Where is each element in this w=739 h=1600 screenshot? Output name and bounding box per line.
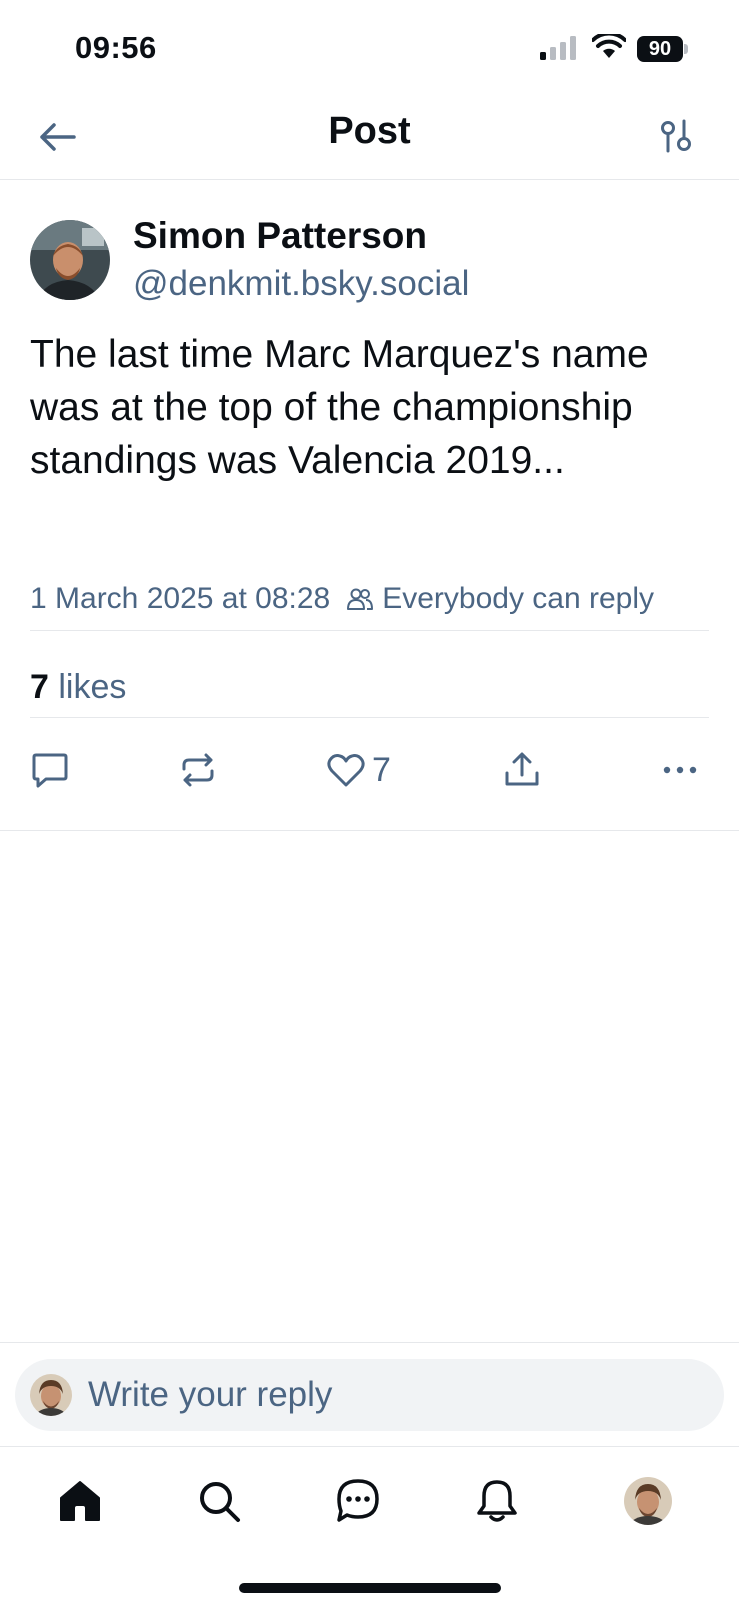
battery-level: 90 xyxy=(637,36,683,62)
share-icon xyxy=(505,752,539,786)
repost-icon xyxy=(182,753,214,787)
post-timestamp: 1 March 2025 at 08:28 xyxy=(30,582,331,615)
post-actions: 7 xyxy=(0,740,739,800)
nav-chat[interactable] xyxy=(330,1473,386,1529)
author-avatar[interactable] xyxy=(30,220,110,300)
like-button[interactable]: 7 xyxy=(326,740,391,800)
more-button[interactable] xyxy=(662,740,698,800)
post: Simon Patterson @denkmit.bsky.social The… xyxy=(0,180,739,831)
page-title: Post xyxy=(328,110,411,152)
thread-settings-button[interactable] xyxy=(652,112,700,160)
nav-profile[interactable] xyxy=(620,1473,676,1529)
repost-button[interactable] xyxy=(178,740,218,800)
people-icon xyxy=(346,587,374,611)
reply-placeholder: Write your reply xyxy=(88,1375,333,1414)
heart-icon xyxy=(327,754,365,787)
search-icon xyxy=(200,1482,240,1522)
nav-search[interactable] xyxy=(191,1473,247,1529)
chat-icon xyxy=(337,1479,379,1522)
author-name[interactable]: Simon Patterson xyxy=(133,215,427,257)
likes-count: 7 xyxy=(30,668,49,706)
likes-summary[interactable]: 7 likes xyxy=(30,668,126,707)
nav-notifications[interactable] xyxy=(469,1473,525,1529)
sliders-icon xyxy=(661,119,691,153)
signal-icon xyxy=(540,36,576,60)
divider xyxy=(30,717,709,718)
likes-label: likes xyxy=(58,668,127,706)
battery-cap xyxy=(684,44,688,54)
bottom-nav xyxy=(0,1446,739,1600)
nav-home[interactable] xyxy=(52,1473,108,1529)
avatar-image xyxy=(30,220,110,300)
status-time: 09:56 xyxy=(75,30,157,65)
reply-input[interactable]: Write your reply xyxy=(15,1359,724,1431)
status-bar: 09:56 90 xyxy=(0,0,739,96)
reply-area: Write your reply xyxy=(0,1342,739,1446)
more-icon xyxy=(663,766,697,774)
author-handle[interactable]: @denkmit.bsky.social xyxy=(133,264,469,304)
post-text: The last time Marc Marquez's name was at… xyxy=(30,333,649,482)
divider xyxy=(30,630,709,631)
screen: 09:56 90 Post Simon Patterson @denkmit.b… xyxy=(0,0,739,1600)
profile-avatar xyxy=(624,1477,672,1525)
user-avatar xyxy=(30,1374,72,1416)
home-indicator xyxy=(239,1583,501,1593)
home-icon xyxy=(60,1481,100,1521)
like-count: 7 xyxy=(372,750,391,789)
reply-button[interactable] xyxy=(30,740,70,800)
post-meta: 1 March 2025 at 08:28 Everybody can repl… xyxy=(30,582,654,616)
comment-icon xyxy=(32,753,68,788)
reply-setting[interactable]: Everybody can reply xyxy=(382,582,654,616)
header: Post xyxy=(0,96,739,180)
wifi-icon xyxy=(592,34,626,58)
share-button[interactable] xyxy=(502,740,542,800)
battery-icon: 90 xyxy=(637,36,689,62)
bell-icon xyxy=(477,1480,517,1522)
